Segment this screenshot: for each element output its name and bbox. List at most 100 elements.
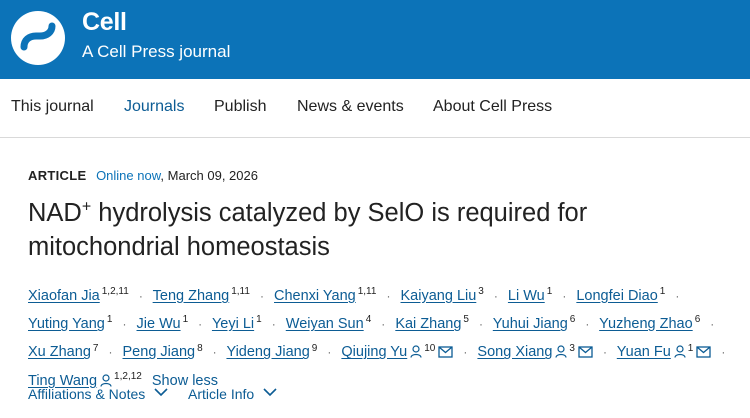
affiliations-notes-toggle[interactable]: Affiliations & Notes	[28, 386, 168, 402]
author-separator: ·	[259, 288, 264, 303]
author-item: Yuhui Jiang 6	[493, 314, 576, 332]
person-icon	[410, 345, 422, 359]
mail-icon[interactable]	[438, 346, 454, 359]
person-icon	[555, 345, 568, 359]
article-info-label: Article Info	[188, 386, 255, 402]
title-superscript: +	[81, 198, 92, 216]
main-nav: This journal Journals Publish News & eve…	[0, 79, 750, 138]
author-affiliation-sup: 1	[546, 286, 553, 297]
author-separator: ·	[562, 288, 567, 303]
author-affiliation-sup: 3	[569, 342, 575, 354]
author-affiliation-sup: 1,2,12	[114, 370, 142, 382]
author-affiliation-sup: 1	[106, 314, 113, 326]
author-separator: ·	[479, 317, 484, 332]
author-item: Yideng Jiang 9	[226, 342, 318, 361]
author-affiliation-sup: 1,2,11	[101, 286, 129, 297]
author-separator: ·	[212, 345, 217, 360]
author-item: Yuan Fu 1	[617, 342, 712, 360]
author-separator: ·	[721, 345, 726, 360]
author-item: Yeyi Li 1	[212, 314, 262, 332]
author-affiliation-sup: 5	[463, 314, 469, 326]
author-separator: ·	[463, 345, 468, 360]
author-affiliation-sup: 6	[694, 314, 701, 326]
author-affiliation-sup: 1	[256, 314, 262, 326]
author-separator: ·	[198, 317, 203, 332]
author-name-link[interactable]: Kai Zhang	[395, 316, 461, 332]
author-item: Yuting Yang 1	[28, 314, 113, 332]
author-name-link[interactable]: Weiyan Sun	[286, 316, 364, 332]
author-separator: ·	[381, 317, 386, 332]
author-affiliation-sup: 10	[424, 342, 436, 354]
article-type: ARTICLE	[28, 168, 87, 183]
author-separator: ·	[675, 288, 680, 303]
author-item: Qiujing Yu 10	[341, 342, 454, 360]
author-affiliation-sup: 6	[569, 314, 576, 326]
publication-date: March 09, 2026	[167, 168, 258, 183]
author-affiliation-sup: 3	[478, 286, 484, 297]
mail-icon[interactable]	[696, 346, 712, 359]
author-separator: ·	[271, 317, 276, 332]
author-item: Li Wu 1	[508, 286, 553, 304]
chevron-down-icon	[154, 388, 168, 397]
chevron-down-icon	[263, 388, 277, 397]
author-item: Xiaofan Jia 1,2,11	[28, 286, 129, 304]
author-name-link[interactable]: Li Wu	[508, 288, 545, 304]
nav-this-journal[interactable]: This journal	[11, 98, 94, 116]
brand-name[interactable]: Cell	[82, 8, 127, 37]
meta-separator: ,	[160, 168, 165, 183]
author-affiliation-sup: 8	[197, 342, 203, 354]
mail-icon[interactable]	[578, 346, 593, 359]
affiliations-notes-label: Affiliations & Notes	[28, 386, 146, 402]
author-item: Peng Jiang 8	[123, 342, 203, 361]
author-item: Yuzheng Zhao 6	[599, 314, 701, 332]
author-affiliation-sup: 7	[92, 342, 99, 354]
author-name-link[interactable]: Xu Zhang	[28, 344, 91, 360]
author-separator: ·	[122, 317, 127, 332]
author-name-link[interactable]: Yuhui Jiang	[493, 316, 568, 332]
author-name-link[interactable]: Qiujing Yu	[341, 344, 407, 360]
author-name-link[interactable]: Kaiyang Liu	[401, 288, 477, 304]
author-name-link[interactable]: Longfei Diao	[576, 288, 657, 304]
author-list: Xiaofan Jia 1,2,11 · Teng Zhang 1,11 · Che…	[28, 280, 746, 393]
author-name-link[interactable]: Song Xiang	[477, 344, 552, 360]
title-nad: NAD	[28, 199, 82, 227]
online-status-link[interactable]: Online now	[96, 168, 160, 183]
author-separator: ·	[585, 317, 590, 332]
author-name-link[interactable]: Xiaofan Jia	[28, 288, 100, 304]
author-name-link[interactable]: Peng Jiang	[123, 344, 196, 360]
brand-tagline: A Cell Press journal	[82, 42, 231, 61]
author-name-link[interactable]: Yeyi Li	[212, 316, 254, 332]
author-separator: ·	[327, 345, 332, 360]
article-links: Affiliations & Notes Article Info	[28, 386, 277, 402]
nav-publish[interactable]: Publish	[214, 98, 266, 116]
author-separator: ·	[108, 345, 113, 360]
author-name-link[interactable]: Teng Zhang	[153, 288, 230, 304]
author-affiliation-sup: 1	[182, 314, 189, 326]
person-icon	[100, 374, 112, 387]
nav-about-cell-press[interactable]: About Cell Press	[433, 98, 552, 116]
author-affiliation-sup: 1,11	[357, 286, 377, 297]
cell-press-logo-icon[interactable]	[10, 10, 66, 66]
author-name-link[interactable]: Yuzheng Zhao	[599, 316, 693, 332]
author-name-link[interactable]: Yideng Jiang	[226, 344, 309, 360]
author-separator: ·	[493, 288, 498, 303]
author-name-link[interactable]: Yuting Yang	[28, 316, 105, 332]
author-name-link[interactable]: Jie Wu	[137, 316, 181, 332]
article-meta: ARTICLE Online now, March 09, 2026	[28, 168, 258, 183]
article-info-toggle[interactable]: Article Info	[188, 386, 277, 402]
author-name-link[interactable]: Chenxi Yang	[274, 288, 356, 304]
author-affiliation-sup: 1	[687, 342, 694, 354]
author-affiliation-sup: 1	[659, 286, 666, 297]
nav-news-events[interactable]: News & events	[297, 98, 404, 116]
person-icon	[674, 345, 686, 359]
author-item: Longfei Diao 1	[576, 286, 666, 304]
author-name-link[interactable]: Yuan Fu	[617, 344, 671, 360]
author-item: Song Xiang 3	[477, 342, 593, 360]
author-item: Teng Zhang 1,11	[153, 286, 250, 304]
author-affiliation-sup: 9	[311, 342, 318, 354]
nav-journals[interactable]: Journals	[124, 98, 184, 116]
author-item: Xu Zhang 7	[28, 342, 99, 361]
author-affiliation-sup: 4	[365, 314, 372, 326]
author-separator: ·	[386, 288, 391, 303]
title-rest: hydrolysis catalyzed by SelO is required…	[28, 199, 588, 261]
